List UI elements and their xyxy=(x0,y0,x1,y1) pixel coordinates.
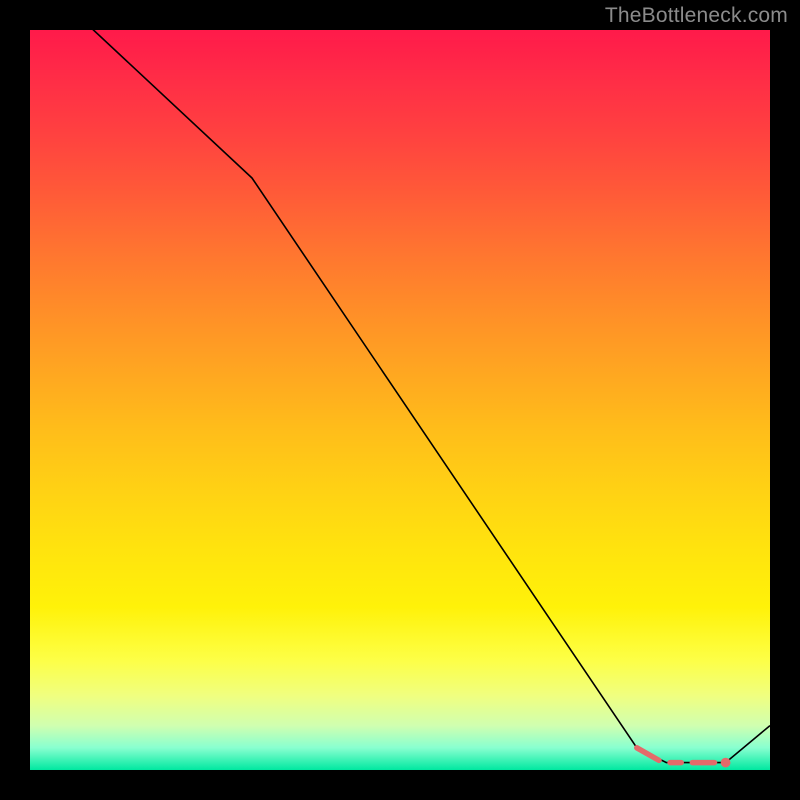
chart-svg xyxy=(30,30,770,770)
plot-area xyxy=(30,30,770,770)
marker-dot xyxy=(721,758,731,768)
marker-group xyxy=(637,748,731,768)
chart-frame: TheBottleneck.com xyxy=(0,0,800,800)
watermark-text: TheBottleneck.com xyxy=(605,4,788,28)
curve-line xyxy=(30,0,770,763)
marker-segment xyxy=(637,748,659,761)
